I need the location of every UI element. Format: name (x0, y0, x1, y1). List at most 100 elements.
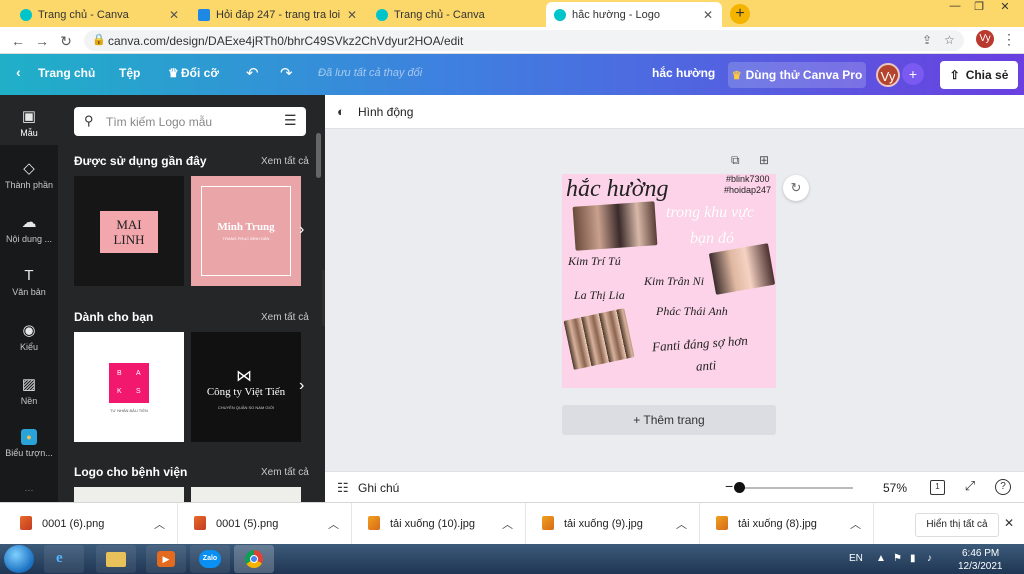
member-name-1[interactable]: Kim Trí Tú (568, 254, 621, 269)
see-all-recent-link[interactable]: Xem tất cả (261, 156, 309, 167)
see-all-hospital-link[interactable]: Xem tất cả (261, 467, 309, 478)
member-name-4[interactable]: Phác Thái Anh (656, 304, 728, 319)
resize-menu[interactable]: Đổi cỡ (181, 66, 219, 80)
ie-taskbar-icon[interactable]: e (44, 545, 84, 573)
tray-arrow-icon[interactable]: ▲ (876, 553, 886, 564)
template-thumb-hospital-1[interactable] (74, 487, 184, 502)
white-text-line1[interactable]: trong khu vực (666, 204, 754, 222)
reload-icon[interactable]: ↻ (56, 31, 76, 51)
template-thumb-baks[interactable]: B A K S TƯ NHÂN BẢU TIỀN (74, 332, 184, 442)
download-item[interactable]: 0001 (6).png ︿ (4, 503, 178, 545)
see-all-for-you-link[interactable]: Xem tất cả (261, 312, 309, 323)
bookmark-star-icon[interactable]: ☆ (944, 33, 955, 47)
chevron-up-icon[interactable]: ︿ (502, 516, 513, 532)
home-link[interactable]: Trang chủ (38, 66, 95, 80)
url-field[interactable]: 🔒 canva.com/design/DAExe4jRTh0/bhrC49SVk… (84, 30, 964, 51)
add-page-icon[interactable]: ⊞ (759, 153, 769, 167)
media-taskbar-icon[interactable]: ▶ (146, 545, 186, 573)
chevron-up-icon[interactable]: ︿ (154, 516, 165, 532)
template-thumb-hospital-2[interactable] (191, 487, 301, 502)
close-downloads-icon[interactable]: ✕ (1004, 516, 1014, 530)
chrome-taskbar-icon[interactable] (234, 545, 274, 573)
forward-arrow-icon[interactable]: → (32, 31, 52, 51)
search-input[interactable] (106, 113, 276, 130)
chevron-up-icon[interactable]: ︿ (850, 516, 861, 532)
member-name-2[interactable]: Kim Trân Ni (644, 274, 704, 289)
rail-item-uploads[interactable]: ☁ Nội dung ... (0, 213, 58, 244)
close-icon[interactable]: ✕ (168, 8, 180, 22)
rail-item-templates[interactable]: ▣ Mẫu (0, 95, 58, 145)
design-title[interactable]: hắc hường (652, 66, 715, 80)
show-all-downloads-button[interactable]: Hiển thị tất cả (915, 513, 999, 537)
tab-hoidap247[interactable]: Hỏi đáp 247 - trang tra loi ✕ (190, 2, 366, 27)
chevron-right-icon[interactable]: › (299, 377, 304, 395)
filter-icon[interactable]: ☰ (284, 112, 297, 129)
animate-button[interactable]: Hình động (358, 105, 413, 119)
template-thumb-viet-tien[interactable]: ⋈ Công ty Việt Tiến CHUYÊN QUẦN SO NAM G… (191, 332, 301, 442)
more-dots-icon[interactable]: ··· (0, 485, 58, 495)
template-thumb-minh-trung[interactable]: Minh Trung TRANG PHỤC BÌNH DÂN (191, 176, 301, 286)
explorer-taskbar-icon[interactable] (96, 545, 136, 573)
page-count-icon[interactable]: 1 (930, 480, 945, 495)
member-name-3[interactable]: La Thị Lia (574, 288, 625, 303)
volume-icon[interactable]: ♪ (927, 553, 932, 564)
file-menu[interactable]: Tệp (119, 66, 140, 80)
try-canva-pro-button[interactable]: ♛ Dùng thử Canva Pro (728, 62, 866, 88)
redo-icon[interactable]: ↷ (280, 64, 293, 82)
clock-date[interactable]: 12/3/2021 (958, 561, 1003, 572)
chevron-up-icon[interactable]: ︿ (676, 516, 687, 532)
zoom-level[interactable]: 57% (883, 481, 907, 495)
slogan-line1[interactable]: Fanti đáng sợ hơn (652, 333, 749, 356)
window-close-icon[interactable]: ✕ (994, 0, 1016, 14)
white-text-line2[interactable]: bạn đó (690, 230, 734, 248)
zalo-taskbar-icon[interactable]: Zalo (190, 545, 230, 573)
fullscreen-icon[interactable]: ⤢ (961, 478, 979, 494)
download-item[interactable]: tải xuống (9).jpg ︿ (526, 503, 700, 545)
template-thumb-mai-linh[interactable]: MAI LINH (74, 176, 184, 286)
download-item[interactable]: tải xuống (8).jpg ︿ (700, 503, 874, 545)
slogan-line2[interactable]: anti (695, 357, 716, 374)
download-item[interactable]: 0001 (5).png ︿ (178, 503, 352, 545)
design-title-text[interactable]: hắc hường (566, 176, 669, 203)
rail-item-text[interactable]: T Văn bản (0, 267, 58, 297)
restore-icon[interactable]: ❐ (968, 0, 990, 14)
minimize-icon[interactable]: — (944, 0, 966, 14)
tab-hac-huong-logo[interactable]: hắc hường - Logo ✕ (546, 2, 722, 27)
new-tab-button[interactable]: + (730, 4, 750, 24)
design-canvas[interactable]: hắc hường #blink7300 #hoidap247 trong kh… (562, 174, 776, 388)
close-icon[interactable]: ✕ (346, 8, 358, 22)
add-member-button[interactable]: + (902, 63, 924, 85)
tab-canva-home-1[interactable]: Trang chủ - Canva ✕ (12, 2, 188, 27)
zoom-slider-handle[interactable] (734, 482, 745, 493)
start-button[interactable] (4, 545, 34, 573)
chevron-up-icon[interactable]: ︿ (328, 516, 339, 532)
download-item[interactable]: tải xuống (10).jpg ︿ (352, 503, 526, 545)
share-button[interactable]: ⇧ Chia sẻ (940, 61, 1018, 89)
refresh-icon[interactable]: ↻ (783, 175, 809, 201)
tab-canva-home-2[interactable]: Trang chủ - Canva (368, 2, 544, 27)
back-arrow-icon[interactable]: ← (8, 31, 28, 51)
duplicate-page-icon[interactable]: ⧉ (731, 153, 740, 168)
add-page-button[interactable]: + Thêm trang (562, 405, 776, 435)
rail-item-styles[interactable]: ◉ Kiểu (0, 321, 58, 352)
chevron-left-icon[interactable]: ‹ (16, 64, 21, 80)
panel-scrollbar[interactable] (316, 133, 321, 178)
close-icon[interactable]: ✕ (702, 8, 714, 22)
undo-icon[interactable]: ↶ (246, 64, 259, 82)
hashtag-blink[interactable]: #blink7300 (726, 174, 770, 184)
hashtag-hoidap[interactable]: #hoidap247 (724, 185, 771, 195)
rail-item-background[interactable]: ▨ Nền (0, 375, 58, 406)
share-page-icon[interactable]: ⇪ (922, 33, 932, 47)
browser-menu-icon[interactable]: ⋮ (1002, 31, 1016, 48)
network-icon[interactable]: ▮ (910, 553, 916, 564)
rail-item-logos[interactable]: ● Biểu tượn... (0, 429, 58, 458)
flag-icon[interactable]: ⚑ (893, 553, 902, 564)
group-photo-3[interactable] (563, 308, 635, 370)
rail-item-elements[interactable]: ◇ Thành phần (0, 159, 58, 190)
language-indicator[interactable]: EN (849, 553, 863, 564)
help-icon[interactable]: ? (995, 479, 1011, 495)
zoom-slider[interactable] (735, 487, 853, 489)
clock-time[interactable]: 6:46 PM (962, 548, 999, 559)
user-avatar[interactable]: Vy (876, 63, 900, 87)
chevron-right-icon[interactable]: › (299, 221, 304, 239)
